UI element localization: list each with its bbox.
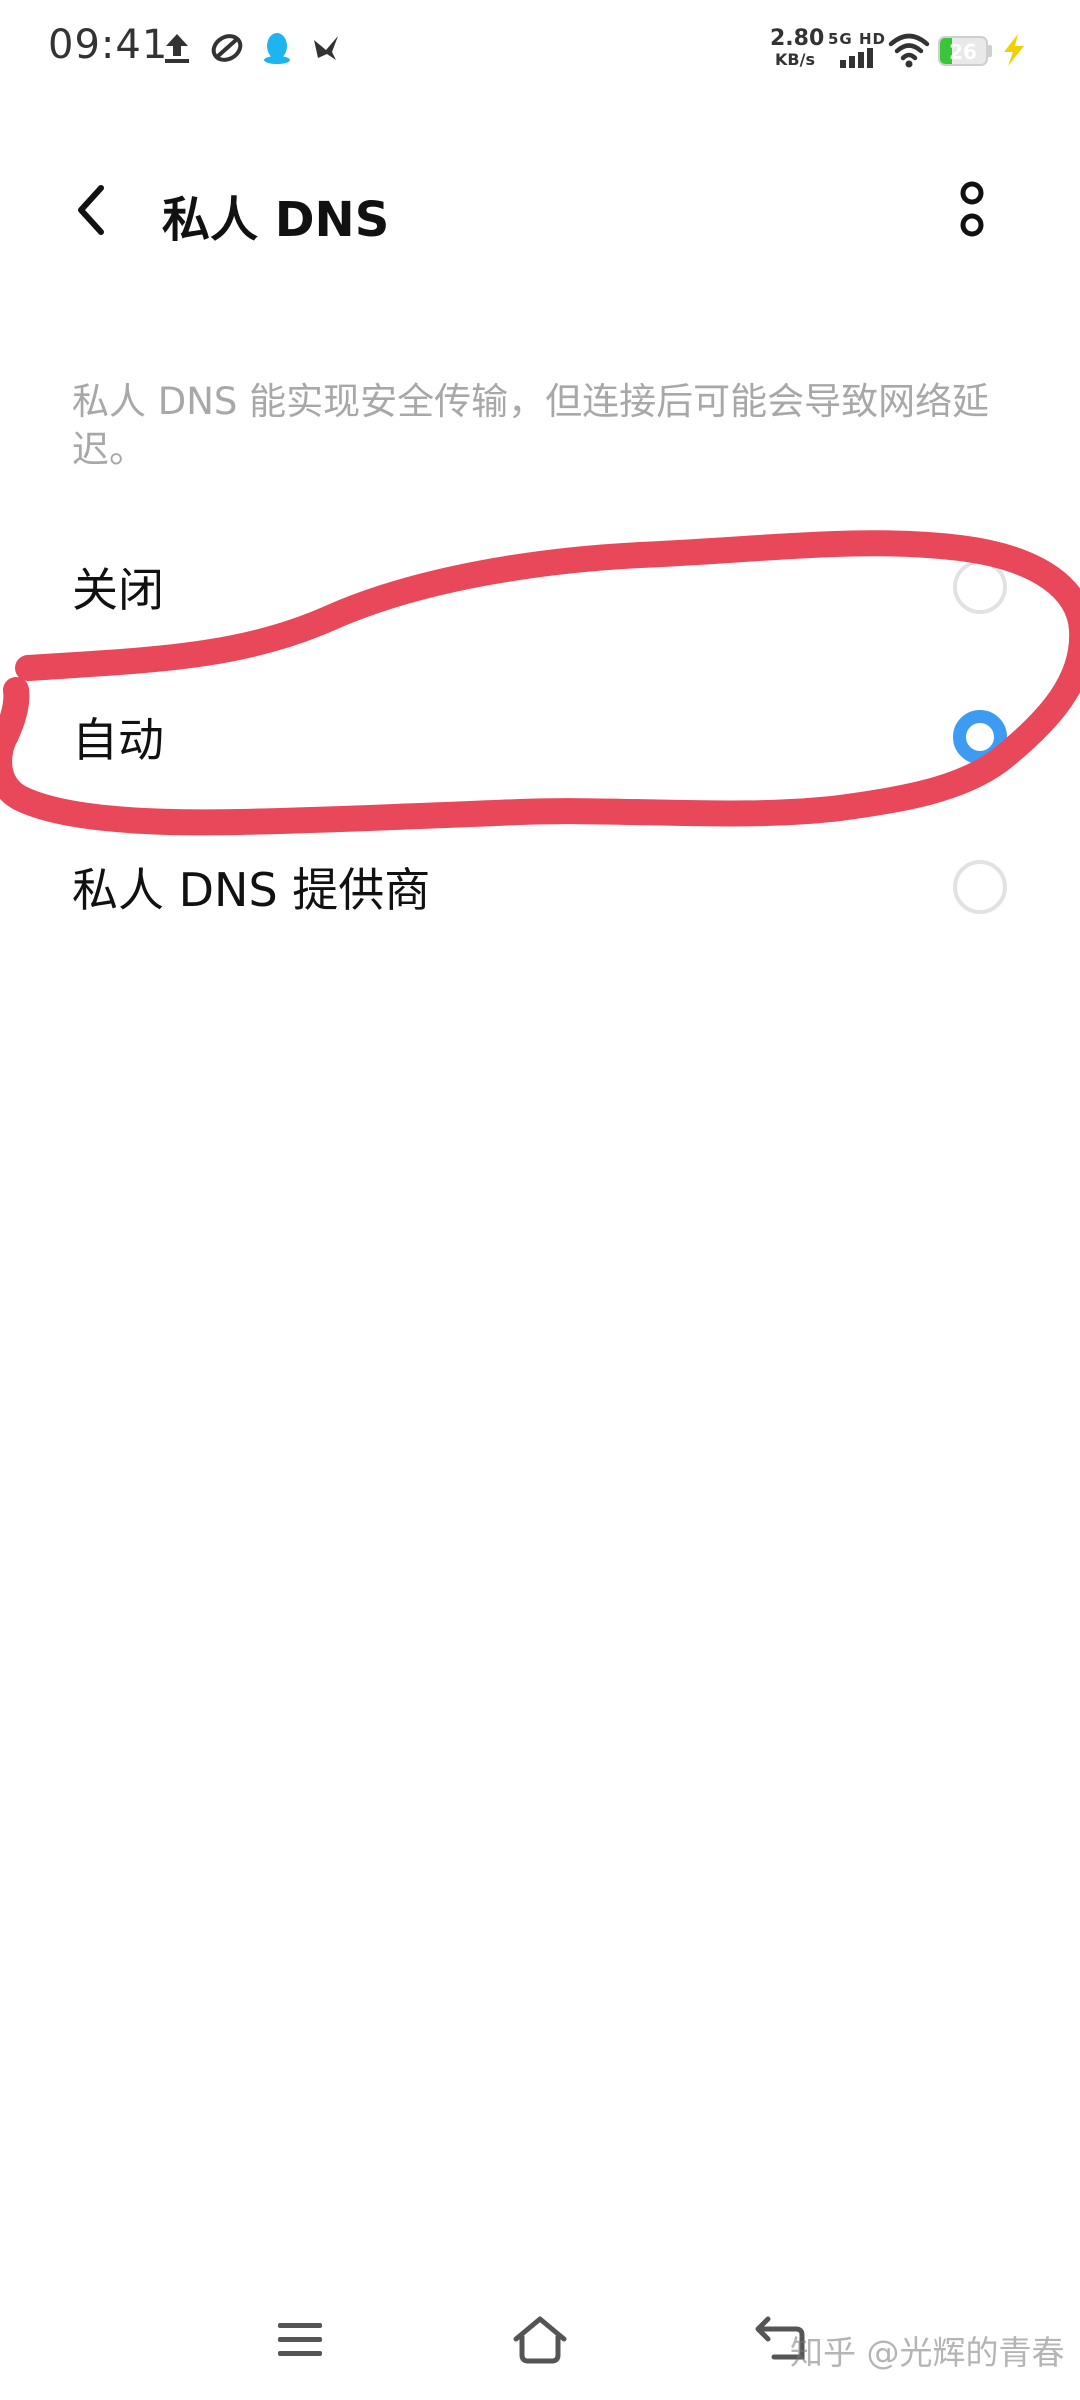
menu-icon	[278, 2323, 322, 2356]
option-off[interactable]: 关闭	[0, 510, 1080, 660]
more-vertical-icon	[960, 181, 984, 237]
option-auto-label: 自动	[72, 713, 164, 767]
option-provider[interactable]: 私人 DNS 提供商	[0, 810, 1080, 960]
charging-bolt-icon	[1004, 34, 1024, 66]
qq-penguin-icon	[264, 33, 290, 64]
network-speed: 2.80 KB/s	[770, 26, 825, 69]
chevron-left-icon	[78, 185, 104, 235]
nav-home-button[interactable]	[495, 2300, 585, 2380]
app-leaf-icon	[211, 34, 243, 62]
battery-indicator: 26	[938, 36, 988, 66]
option-auto[interactable]: 自动	[0, 660, 1080, 810]
battery-tip	[988, 45, 992, 57]
watermark: 知乎 @光辉的青春	[790, 2333, 1065, 2372]
option-off-radio[interactable]	[953, 560, 1007, 614]
back-button[interactable]	[60, 174, 120, 246]
nav-menu-button[interactable]	[255, 2300, 345, 2380]
status-time: 09:41	[48, 22, 169, 68]
dns-description: 私人 DNS 能实现安全传输，但连接后可能会导致网络延迟。	[72, 380, 990, 471]
option-auto-radio[interactable]	[953, 710, 1007, 764]
upload-icon	[165, 34, 189, 63]
home-icon	[513, 2316, 567, 2364]
network-type-label: 5G HD	[828, 30, 886, 48]
status-notification-icons	[160, 30, 344, 66]
bird-icon	[314, 36, 338, 60]
highlight-annotation	[0, 530, 1080, 836]
option-provider-label: 私人 DNS 提供商	[72, 863, 431, 917]
wifi-icon	[888, 33, 930, 68]
option-provider-radio[interactable]	[953, 860, 1007, 914]
option-off-label: 关闭	[72, 563, 164, 617]
status-bar: 09:41 2.80 KB/s 5G HD 26	[0, 0, 1080, 100]
page-title: 私人 DNS	[162, 192, 390, 248]
network-speed-unit: KB/s	[775, 50, 815, 69]
signal-icon	[840, 48, 873, 68]
more-options-button[interactable]	[940, 174, 1004, 246]
battery-level: 26	[949, 40, 977, 64]
app-header: 私人 DNS	[0, 150, 1080, 270]
network-speed-value: 2.80	[770, 26, 825, 51]
dns-mode-options: 关闭 自动 私人 DNS 提供商	[0, 510, 1080, 960]
